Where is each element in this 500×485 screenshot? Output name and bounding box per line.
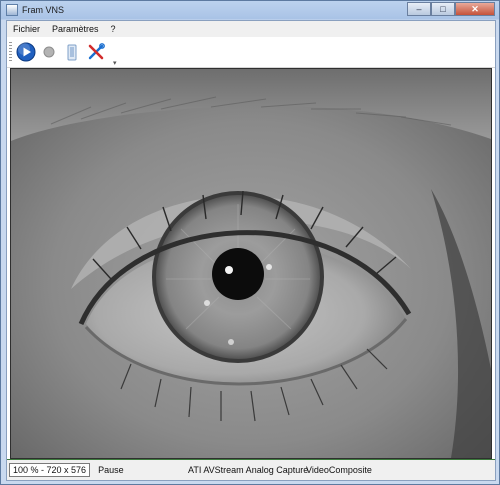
settings-tools-button[interactable] [85,41,107,63]
caption-buttons: – □ ✕ [407,2,495,16]
stop-button[interactable] [38,41,60,63]
play-icon [16,42,36,62]
tools-icon [88,43,105,60]
app-icon [6,4,18,16]
stop-icon [43,46,55,58]
close-button[interactable]: ✕ [455,2,495,16]
snapshot-button[interactable] [61,41,83,63]
menu-parametres[interactable]: Paramètres [46,24,105,34]
toolbar-grip[interactable] [9,42,12,62]
client-area: Fichier Paramètres ? ▾ 100 % - 720 x 576… [6,20,496,481]
app-window: Fram VNS – □ ✕ Fichier Paramètres ? ▾ 10… [0,0,500,485]
window-title: Fram VNS [22,5,65,15]
video-preview [10,68,492,459]
status-input: VideoComposite [306,465,372,475]
play-button[interactable] [15,41,37,63]
menu-fichier[interactable]: Fichier [7,24,46,34]
toolbar-overflow-icon[interactable]: ▾ [113,59,117,67]
menu-help[interactable]: ? [105,24,122,34]
status-device: ATI AVStream Analog Capture [188,465,309,475]
eye-image [11,69,491,458]
status-zoom-resolution: 100 % - 720 x 576 [9,463,91,477]
status-bar: 100 % - 720 x 576 Pause ATI AVStream Ana… [7,459,495,480]
menu-bar: Fichier Paramètres ? [7,21,495,37]
snapshot-icon [67,44,77,61]
toolbar: ▾ [7,37,495,68]
title-bar[interactable]: Fram VNS – □ ✕ [1,1,499,19]
minimize-button[interactable]: – [407,2,431,16]
status-state: Pause [98,465,124,475]
maximize-button[interactable]: □ [431,2,455,16]
